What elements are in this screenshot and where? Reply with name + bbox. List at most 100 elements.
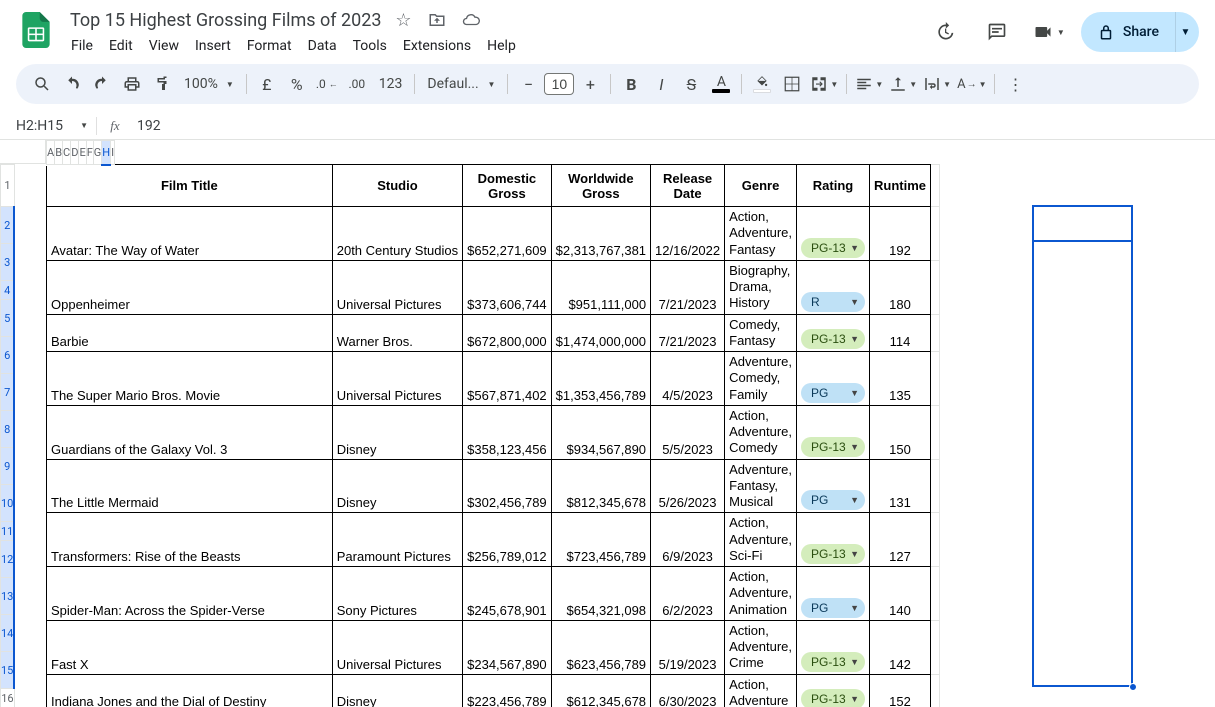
cell[interactable]: Transformers: Rise of the Beasts	[47, 513, 333, 567]
col-header-A[interactable]: A	[47, 141, 55, 165]
row-header-9[interactable]: 9	[1, 448, 15, 485]
col-header-I[interactable]: I	[111, 141, 115, 165]
column-header-cell[interactable]: Worldwide Gross	[551, 165, 650, 207]
cell[interactable]: Biography, Drama, History	[725, 260, 797, 314]
cell[interactable]: Barbie	[47, 314, 333, 352]
borders-icon[interactable]	[778, 70, 806, 98]
row-header-6[interactable]: 6	[1, 337, 15, 374]
column-header-cell[interactable]: Rating	[797, 165, 870, 207]
cell[interactable]: PG-13▼	[797, 674, 870, 707]
cell[interactable]: Action, Adventure, Animation	[725, 567, 797, 621]
cell[interactable]: 140	[870, 567, 931, 621]
cell[interactable]: $672,800,000	[463, 314, 552, 352]
col-header-G[interactable]: G	[93, 141, 102, 165]
cell[interactable]	[931, 207, 940, 261]
rating-chip[interactable]: PG-13▼	[801, 329, 865, 349]
menu-edit[interactable]: Edit	[102, 34, 140, 58]
rating-chip[interactable]: PG-13▼	[801, 238, 865, 258]
cell[interactable]: Spider-Man: Across the Spider-Verse	[47, 567, 333, 621]
star-icon[interactable]: ☆	[391, 8, 415, 32]
share-dropdown[interactable]: ▼	[1175, 12, 1199, 52]
document-title[interactable]: Top 15 Highest Grossing Films of 2023	[64, 9, 387, 32]
cell[interactable]: Universal Pictures	[332, 620, 462, 674]
undo-icon[interactable]	[58, 70, 86, 98]
vertical-align-icon[interactable]: ▼	[887, 70, 919, 98]
cell[interactable]: Action, Adventure, Crime	[725, 620, 797, 674]
text-wrap-icon[interactable]: ▼	[921, 70, 953, 98]
menu-data[interactable]: Data	[301, 34, 344, 58]
comments-icon[interactable]	[977, 12, 1017, 52]
cell[interactable]	[931, 620, 940, 674]
sheets-logo[interactable]	[16, 10, 56, 50]
menu-insert[interactable]: Insert	[188, 34, 238, 58]
cell[interactable]: Universal Pictures	[332, 352, 462, 406]
rating-chip[interactable]: PG-13▼	[801, 437, 865, 457]
cell[interactable]	[931, 405, 940, 459]
cell[interactable]: 152	[870, 674, 931, 707]
cell[interactable]: 5/5/2023	[651, 405, 725, 459]
cell[interactable]: 131	[870, 459, 931, 513]
col-header-F[interactable]: F	[86, 141, 93, 165]
cell[interactable]: R▼	[797, 260, 870, 314]
cell[interactable]: $358,123,456	[463, 405, 552, 459]
cell[interactable]: Disney	[332, 459, 462, 513]
col-header-E[interactable]: E	[79, 141, 86, 165]
zoom-select[interactable]: 100%▼	[178, 76, 240, 92]
cell[interactable]: Action, Adventure, Comedy	[725, 405, 797, 459]
cell[interactable]: PG-13▼	[797, 513, 870, 567]
decrease-font-icon[interactable]: −	[514, 70, 542, 98]
cloud-status-icon[interactable]	[459, 8, 483, 32]
rating-chip[interactable]: PG-13▼	[801, 689, 865, 707]
cell[interactable]: $652,271,609	[463, 207, 552, 261]
percent-icon[interactable]: %	[283, 70, 311, 98]
cell[interactable]: 4/5/2023	[651, 352, 725, 406]
name-box[interactable]: H2:H15▼	[0, 118, 96, 134]
increase-font-icon[interactable]: +	[576, 70, 604, 98]
cell[interactable]: 180	[870, 260, 931, 314]
cell[interactable]: 127	[870, 513, 931, 567]
cell[interactable]: Guardians of the Galaxy Vol. 3	[47, 405, 333, 459]
cell[interactable]: $934,567,890	[551, 405, 650, 459]
row-header-2[interactable]: 2	[1, 207, 15, 244]
column-header-cell[interactable]: Studio	[332, 165, 462, 207]
select-all-corner[interactable]	[0, 140, 46, 164]
cell[interactable]: PG-13▼	[797, 207, 870, 261]
decrease-decimal-icon[interactable]: .0 ←	[313, 70, 341, 98]
rating-chip[interactable]: PG▼	[801, 490, 865, 510]
cell[interactable]: PG-13▼	[797, 620, 870, 674]
rating-chip[interactable]: PG-13▼	[801, 544, 865, 564]
cell[interactable]: Adventure, Comedy, Family	[725, 352, 797, 406]
cell[interactable]: Oppenheimer	[47, 260, 333, 314]
col-header-H[interactable]: H	[102, 141, 111, 165]
cell[interactable]: Indiana Jones and the Dial of Destiny	[47, 674, 333, 707]
cell[interactable]	[931, 314, 940, 352]
rating-chip[interactable]: PG▼	[801, 383, 865, 403]
column-header-cell[interactable]: Genre	[725, 165, 797, 207]
cell[interactable]: $1,353,456,789	[551, 352, 650, 406]
cell[interactable]: $373,606,744	[463, 260, 552, 314]
cell[interactable]	[931, 567, 940, 621]
menu-view[interactable]: View	[142, 34, 186, 58]
cell[interactable]: 5/19/2023	[651, 620, 725, 674]
row-header-10[interactable]: 10	[1, 485, 15, 522]
cell[interactable]: PG▼	[797, 352, 870, 406]
cell[interactable]: $234,567,890	[463, 620, 552, 674]
cell[interactable]: 7/21/2023	[651, 314, 725, 352]
col-header-C[interactable]: C	[63, 141, 71, 165]
history-icon[interactable]	[925, 12, 965, 52]
cell[interactable]: $302,456,789	[463, 459, 552, 513]
cell[interactable]: 114	[870, 314, 931, 352]
column-header-cell[interactable]: Runtime	[870, 165, 931, 207]
cell[interactable]: Disney	[332, 405, 462, 459]
column-header-cell[interactable]: Domestic Gross	[463, 165, 552, 207]
cell[interactable]	[931, 165, 940, 207]
row-header-1[interactable]: 1	[1, 165, 15, 207]
cell[interactable]: Paramount Pictures	[332, 513, 462, 567]
increase-decimal-icon[interactable]: .00	[343, 70, 371, 98]
rating-chip[interactable]: PG▼	[801, 598, 865, 618]
cell[interactable]: $623,456,789	[551, 620, 650, 674]
cell[interactable]: 5/26/2023	[651, 459, 725, 513]
cell[interactable]: 6/9/2023	[651, 513, 725, 567]
row-header-8[interactable]: 8	[1, 411, 15, 448]
cell[interactable]: $812,345,678	[551, 459, 650, 513]
